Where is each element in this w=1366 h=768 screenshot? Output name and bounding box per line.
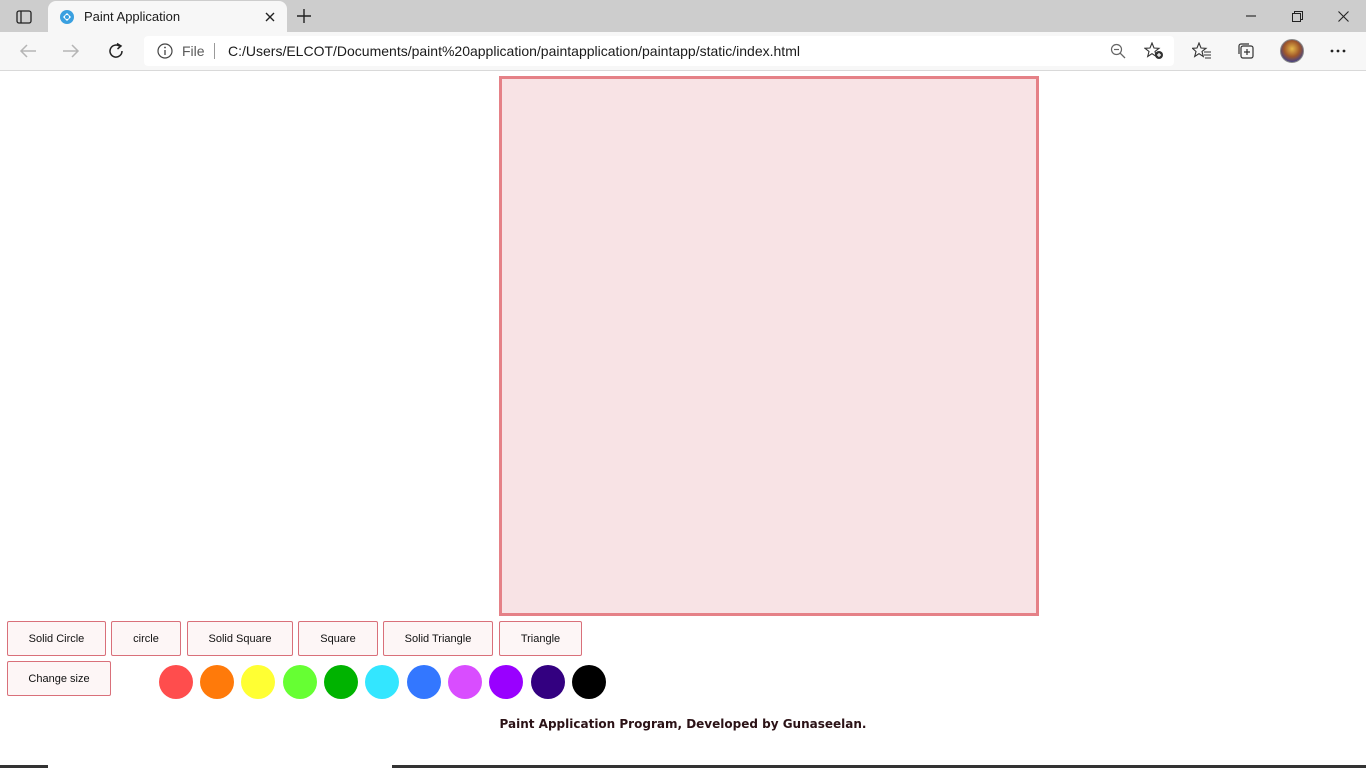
browser-toolbar: File C:/Users/ELCOT/Documents/paint%20ap…: [0, 32, 1366, 71]
color-swatch[interactable]: [283, 665, 317, 699]
refresh-icon[interactable]: [104, 40, 128, 62]
square-button[interactable]: Square: [298, 621, 378, 656]
drawing-canvas[interactable]: [499, 76, 1039, 616]
address-bar[interactable]: File C:/Users/ELCOT/Documents/paint%20ap…: [144, 36, 1174, 66]
solid-triangle-button[interactable]: Solid Triangle: [383, 621, 493, 656]
add-favorite-icon[interactable]: [1144, 42, 1164, 60]
address-divider: [214, 43, 215, 59]
new-tab-icon[interactable]: [294, 6, 314, 26]
footer-credit: Paint Application Program, Developed by …: [499, 717, 867, 731]
triangle-button[interactable]: Triangle: [499, 621, 582, 656]
url-text[interactable]: C:/Users/ELCOT/Documents/paint%20applica…: [228, 43, 800, 59]
color-swatch[interactable]: [489, 665, 523, 699]
back-arrow-icon[interactable]: [16, 40, 40, 62]
color-swatch[interactable]: [324, 665, 358, 699]
minimize-icon[interactable]: [1240, 6, 1262, 26]
solid-circle-button[interactable]: Solid Circle: [7, 621, 106, 656]
browser-tab-strip: Paint Application: [0, 0, 1366, 33]
close-window-icon[interactable]: [1332, 6, 1354, 26]
browser-tab[interactable]: Paint Application: [48, 1, 287, 33]
color-swatch[interactable]: [407, 665, 441, 699]
tab-title: Paint Application: [84, 9, 181, 24]
scheme-label: File: [182, 43, 205, 59]
color-swatch[interactable]: [365, 665, 399, 699]
color-swatch[interactable]: [531, 665, 565, 699]
circle-button[interactable]: circle: [111, 621, 181, 656]
color-swatch[interactable]: [448, 665, 482, 699]
paint-app-favicon-icon: [59, 9, 75, 25]
forward-arrow-icon[interactable]: [59, 40, 83, 62]
tab-actions-icon[interactable]: [10, 7, 38, 27]
more-menu-icon[interactable]: [1327, 41, 1349, 61]
zoom-out-icon[interactable]: [1108, 42, 1128, 60]
site-info-icon[interactable]: [157, 43, 173, 59]
solid-square-button[interactable]: Solid Square: [187, 621, 293, 656]
color-swatch[interactable]: [200, 665, 234, 699]
color-swatch[interactable]: [572, 665, 606, 699]
change-size-button[interactable]: Change size: [7, 661, 111, 696]
color-swatch[interactable]: [241, 665, 275, 699]
color-swatch[interactable]: [159, 665, 193, 699]
favorites-icon[interactable]: [1191, 41, 1213, 61]
profile-avatar[interactable]: [1280, 39, 1304, 63]
restore-icon[interactable]: [1286, 6, 1308, 26]
close-tab-icon[interactable]: [262, 9, 278, 25]
collections-icon[interactable]: [1235, 41, 1257, 61]
